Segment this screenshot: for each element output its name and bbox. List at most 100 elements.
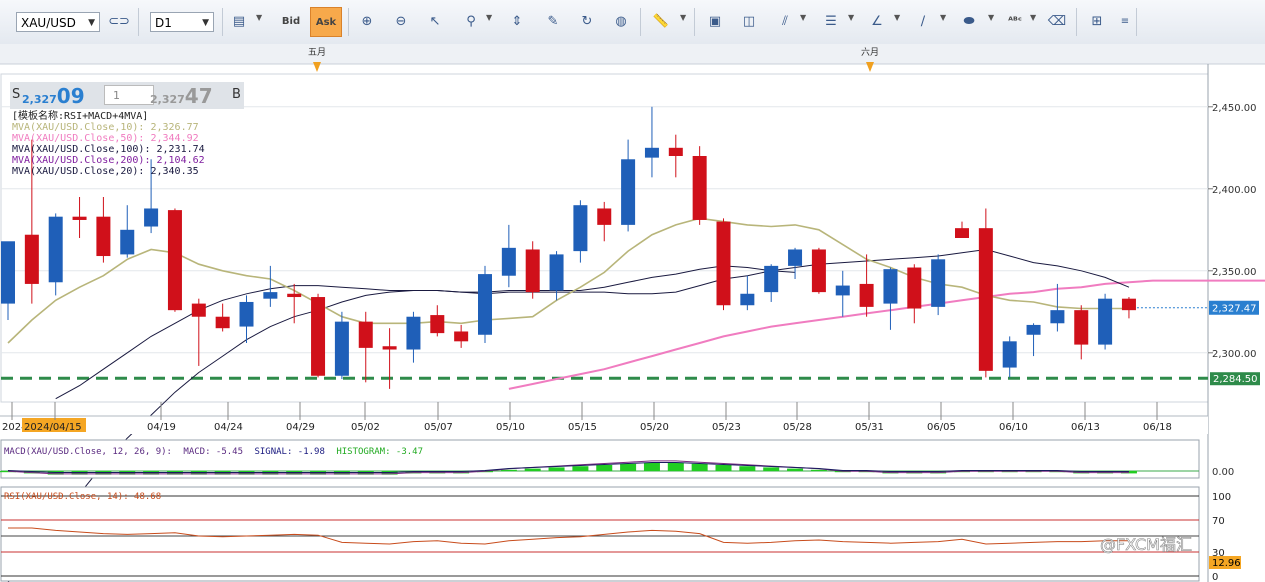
candle-body [764,265,779,293]
candle-body [1121,298,1136,311]
chevron-down-icon: ▼ [202,18,209,28]
macd-bar [620,463,637,471]
macd-zero-label: 0.00 [1212,467,1234,478]
chevron-down-icon[interactable]: ▼ [1030,13,1036,22]
tree-icon[interactable]: ⊞ [1086,11,1108,33]
candle-body [191,303,206,317]
candle-body [835,285,850,296]
month-label-may: 五月 [308,47,326,58]
y-tick-label: 2,350.00 [1212,267,1257,278]
chevron-down-icon[interactable]: ▼ [800,13,806,22]
macd-bar [572,466,589,471]
macd-legend: MACD(XAU/USD.Close, 12, 26, 9): MACD: -5… [4,447,423,457]
rsi-current-label: 12.96 [1212,558,1241,569]
menu-icon[interactable]: ≡ [1114,11,1136,33]
timeframe-value: D1 [155,16,172,30]
y-tick-label: 2,400.00 [1212,185,1257,196]
candle-body [788,249,803,266]
macd-bar [810,469,827,471]
candle-body [120,229,135,255]
zoom-tool-icon[interactable]: ⚲ [460,11,482,33]
x-tick-label: 05/07 [424,422,453,433]
image-icon[interactable]: ▣ [704,11,726,33]
macd-bar [596,465,613,471]
separator [1136,8,1137,36]
candle-body [215,316,230,329]
candle-body [167,210,182,311]
fibonacci-icon[interactable]: ⫽ [774,11,796,33]
x-tick-label: 06/10 [999,422,1028,433]
ruler-icon[interactable]: 📏 [650,11,672,33]
x-tick-label: 06/05 [927,422,956,433]
candle-body [668,147,683,156]
trendline-icon[interactable]: ∠ [866,11,888,33]
ellipse-icon[interactable]: ⬬ [958,11,980,33]
pointer-icon[interactable]: ↖ [424,11,446,33]
lines-icon[interactable]: ☰ [820,11,842,33]
candle-body [287,293,302,298]
bid-icon[interactable]: Bid [280,11,302,33]
chart-type-icon[interactable]: ▤ [228,11,250,33]
zoom-in-icon[interactable]: ⊕ [356,11,378,33]
candle-body [931,259,946,307]
macd-bar [787,468,804,471]
candle-body [48,216,63,283]
y-tick-label: 2,300.00 [1212,349,1257,360]
separator [348,8,349,36]
lot-input[interactable]: 1 [104,85,154,105]
chevron-down-icon[interactable]: ▼ [256,13,262,22]
symbol-select[interactable]: XAU/USD ▼ [16,12,100,32]
abc-icon[interactable]: ᴬᴮᶜ [1004,11,1026,33]
globe-icon[interactable]: ◍ [610,11,632,33]
chevron-down-icon[interactable]: ▼ [894,13,900,22]
link-icon[interactable]: ⊂⊃ [108,11,130,33]
x-tick-label: 2024/04/15 [24,422,82,433]
candle [931,254,946,316]
candle [167,208,182,312]
candle-body [883,269,898,304]
window-icon[interactable]: ◫ [738,11,760,33]
chevron-down-icon[interactable]: ▼ [988,13,994,22]
candle-body [1,241,15,304]
candle-body [96,216,111,257]
macd-bar [739,466,756,471]
month-label-june: 六月 [861,46,879,58]
candle-body [549,254,564,291]
candle-body [263,292,278,299]
ask-icon[interactable]: Ask [310,7,342,37]
ma20-legend: MVA(XAU/USD.Close,20): 2,340.35 [12,166,199,177]
x-tick-label: 05/20 [640,422,669,433]
candle-body [597,208,612,225]
candle-body [358,321,373,348]
candle-body [716,221,731,306]
candle-body [644,147,659,158]
edit-icon[interactable]: ✎ [542,11,564,33]
zoom-out-icon[interactable]: ⊖ [390,11,412,33]
pen-icon[interactable]: ∕ [912,11,934,33]
separator [1076,8,1077,36]
chevron-down-icon[interactable]: ▼ [486,13,492,22]
candle-body [955,228,969,238]
eraser-icon[interactable]: ⌫ [1046,11,1068,33]
timeframe-select[interactable]: D1 ▼ [150,12,214,32]
separator [138,8,139,36]
chevron-down-icon[interactable]: ▼ [848,13,854,22]
macd-bar [548,467,565,471]
sell-price[interactable]: 2,32709 [22,84,85,108]
refresh-icon[interactable]: ↻ [576,11,598,33]
chevron-down-icon[interactable]: ▼ [680,13,686,22]
macd-value: MACD: -5.45 [183,447,243,457]
candle-body [24,234,39,284]
buy-big: 47 [184,84,213,108]
macd-label: MACD(XAU/USD.Close, 12, 26, 9): [4,447,172,457]
support-label: 2,284.50 [1213,374,1258,385]
rsi-level-label: 100 [1212,492,1231,503]
ma10-legend: MVA(XAU/USD.Close,10): 2,326.77 [12,122,199,133]
candle-body [454,331,469,342]
fit-icon[interactable]: ⇕ [506,11,528,33]
candle [692,146,707,225]
candle [478,265,492,343]
chevron-down-icon[interactable]: ▼ [940,13,946,22]
candle-body [382,346,397,350]
buy-price[interactable]: 2,32747 [150,84,213,108]
